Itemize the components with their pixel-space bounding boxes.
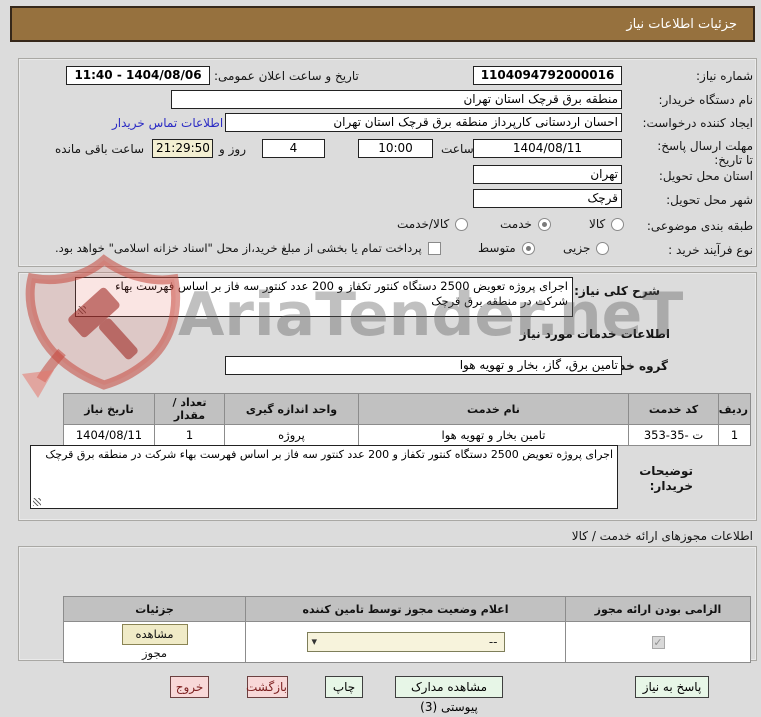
description-text: اجرای پروژه تعویض 2500 دستگاه کنتور تکفا…: [115, 279, 568, 308]
cell-license-details: مشاهده مجوز: [63, 621, 246, 663]
city-field[interactable]: قرچک: [473, 189, 622, 208]
treasury-checkbox[interactable]: [427, 241, 441, 255]
process-type-label: نوع فرآیند خرید :: [668, 243, 753, 257]
need-number-field[interactable]: 1104094792000016: [473, 66, 622, 85]
buyer-org-field[interactable]: منطقه برق قرچک استان تهران: [171, 90, 622, 109]
radio-minor-icon[interactable]: [596, 241, 610, 255]
licenses-heading: اطلاعات مجوزهای ارائه خدمت / کالا: [571, 529, 753, 543]
deadline-hour-label: ساعت: [441, 142, 474, 156]
category-label: طبقه بندی موضوعی:: [646, 219, 753, 233]
creator-field[interactable]: احسان اردستانی کارپرداز منطقه برق قرچک ا…: [225, 113, 622, 132]
back-button[interactable]: بازگشت: [246, 676, 288, 698]
treasury-checkbox-label: پرداخت تمام یا بخشی از مبلغ خرید،از محل …: [55, 241, 422, 255]
radio-goods-service-icon[interactable]: [455, 217, 469, 231]
deadline-label: مهلت ارسال پاسخ: تا تاریخ:: [657, 139, 753, 167]
description-textarea[interactable]: اجرای پروژه تعویض 2500 دستگاه کنتور تکفا…: [75, 277, 573, 317]
col-license-required: الزامی بودن ارائه مجوز: [565, 596, 751, 622]
col-license-status: اعلام وضعیت مجوز توسط تامین کننده: [245, 596, 566, 622]
service-group-field[interactable]: تامین برق، گاز، بخار و تهویه هوا: [225, 356, 622, 375]
radio-goods-service[interactable]: کالا/خدمت: [397, 217, 469, 231]
need-number-label: شماره نیاز:: [696, 69, 753, 83]
buyer-notes-textarea[interactable]: اجرای پروژه تعویض 2500 دستگاه کنتور تکفا…: [30, 445, 618, 509]
col-service-code: کد خدمت: [628, 393, 719, 425]
cell-license-status: -- ▾: [245, 621, 566, 663]
resize-handle-icon[interactable]: [78, 306, 86, 314]
col-need-date: تاریخ نیاز: [63, 393, 155, 425]
cell-unit: پروژه: [224, 424, 359, 446]
page-title: جزئیات اطلاعات نیاز: [626, 16, 737, 32]
cell-license-required: ✓: [565, 621, 751, 663]
view-license-button[interactable]: مشاهده مجوز: [121, 624, 188, 660]
buyer-contact-link[interactable]: اطلاعات تماس خریدار: [112, 116, 223, 130]
publish-datetime-field[interactable]: 1404/08/06 - 11:40: [66, 66, 210, 85]
creator-label: ایجاد کننده درخواست:: [642, 116, 753, 130]
license-status-select[interactable]: -- ▾: [306, 632, 505, 652]
radio-goods[interactable]: کالا: [589, 217, 625, 231]
licenses-table-row: ✓ -- ▾ مشاهده مجوز: [63, 621, 751, 663]
services-table: ردیف کد خدمت نام خدمت واحد اندازه گیری ت…: [63, 393, 751, 446]
treasury-checkbox-row[interactable]: پرداخت تمام یا بخشی از مبلغ خرید،از محل …: [55, 241, 441, 255]
respond-button[interactable]: پاسخ به نیاز: [635, 676, 709, 698]
countdown-timer: 21:29:50: [152, 139, 213, 158]
buyer-org-label: نام دستگاه خریدار:: [658, 93, 754, 107]
col-unit: واحد اندازه گیری: [224, 393, 359, 425]
radio-service[interactable]: خدمت: [500, 217, 551, 231]
cell-row-index: 1: [718, 424, 751, 446]
city-label: شهر محل تحویل:: [666, 193, 753, 207]
remaining-days-field: 4: [262, 139, 325, 158]
col-row-index: ردیف: [718, 393, 751, 425]
cell-service-name: تامین بخار و تهویه هوا: [358, 424, 629, 446]
province-label: استان محل تحویل:: [658, 169, 753, 183]
cell-service-code: 353-35- ت: [628, 424, 719, 446]
attachments-button[interactable]: مشاهده مدارک پیوستی (3): [395, 676, 503, 714]
radio-goods-icon[interactable]: [611, 217, 625, 231]
col-quantity: تعداد / مقدار: [154, 393, 225, 425]
license-status-value: --: [488, 635, 498, 649]
radio-medium-icon[interactable]: [521, 241, 535, 255]
radio-minor[interactable]: جزیی: [563, 241, 610, 255]
radio-medium[interactable]: متوسط: [478, 241, 535, 255]
exit-button[interactable]: خروج: [170, 676, 209, 698]
licenses-table: الزامی بودن ارائه مجوز اعلام وضعیت مجوز …: [63, 596, 751, 663]
buyer-notes-text: اجرای پروژه تعویض 2500 دستگاه کنتور تکفا…: [45, 448, 613, 461]
radio-medium-label: متوسط: [478, 241, 516, 255]
services-heading: اطلاعات خدمات مورد نیاز: [519, 327, 670, 341]
deadline-date-field[interactable]: 1404/08/11: [473, 139, 622, 158]
page-title-bar: جزئیات اطلاعات نیاز: [10, 6, 755, 42]
services-table-header-row: ردیف کد خدمت نام خدمت واحد اندازه گیری ت…: [63, 393, 751, 425]
radio-minor-label: جزیی: [563, 241, 591, 255]
buyer-notes-label: توضیحات خریدار:: [639, 464, 693, 493]
province-field[interactable]: تهران: [473, 165, 622, 184]
radio-service-icon[interactable]: [537, 217, 551, 231]
remaining-hours-label: ساعت باقی مانده: [55, 142, 145, 156]
description-label: شرح کلی نیاز:: [574, 284, 660, 298]
license-required-checkbox[interactable]: ✓: [651, 636, 665, 649]
col-service-name: نام خدمت: [358, 393, 629, 425]
tender-details-page: جزئیات اطلاعات نیاز شماره نیاز: 11040947…: [0, 0, 761, 714]
radio-goods-label: کالا: [589, 217, 606, 231]
services-table-row: 1 353-35- ت تامین بخار و تهویه هوا پروژه…: [63, 424, 751, 446]
print-button[interactable]: چاپ: [325, 676, 363, 698]
cell-quantity: 1: [154, 424, 225, 446]
radio-service-label: خدمت: [500, 217, 532, 231]
col-license-details: جزئیات: [63, 596, 246, 622]
chevron-down-icon: ▾: [311, 635, 318, 648]
licenses-table-header-row: الزامی بودن ارائه مجوز اعلام وضعیت مجوز …: [63, 596, 751, 622]
deadline-time-field[interactable]: 10:00: [358, 139, 433, 158]
days-and-label: روز و: [219, 142, 246, 156]
radio-goods-service-label: کالا/خدمت: [397, 217, 450, 231]
cell-need-date: 1404/08/11: [63, 424, 155, 446]
resize-handle-icon[interactable]: [33, 498, 41, 506]
publish-datetime-label: تاریخ و ساعت اعلان عمومی:: [214, 69, 359, 83]
